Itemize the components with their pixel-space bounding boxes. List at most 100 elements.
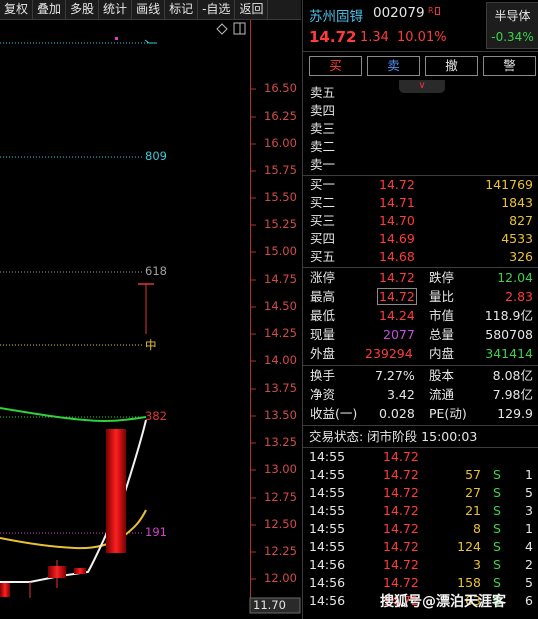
sell1-label: 卖一 bbox=[310, 157, 336, 172]
current-volume-value: 2077 bbox=[383, 327, 415, 342]
net-asset-label: 净资 bbox=[310, 387, 336, 402]
tick-count: 5 bbox=[525, 485, 533, 500]
tick-time: 14:55 bbox=[309, 485, 346, 500]
current-volume-label: 现量 bbox=[310, 327, 336, 342]
alert-button[interactable]: 警 bbox=[483, 56, 536, 76]
stock-name[interactable]: 苏州固锝 bbox=[309, 5, 363, 25]
buy4-price[interactable]: 14.69 bbox=[379, 230, 415, 248]
last-price: 14.72 bbox=[309, 28, 357, 46]
tick-volume: 57 bbox=[465, 467, 481, 482]
tick-price: 14.72 bbox=[383, 521, 419, 536]
margin-flag-icon: R bbox=[428, 6, 440, 15]
price-change: 1.34 bbox=[360, 30, 389, 45]
toolbar-draw-line[interactable]: 画线 bbox=[132, 0, 166, 19]
tick-volume: 21 bbox=[465, 503, 481, 518]
high-value: 14.72 bbox=[377, 288, 417, 305]
price-tick: 15.75 bbox=[264, 163, 297, 177]
toolbar-restore-rights[interactable]: 复权 bbox=[0, 0, 34, 19]
buy4-label: 买四 bbox=[310, 231, 336, 246]
sector-box[interactable]: 半导体 -0.34% bbox=[486, 2, 538, 49]
tick-volume: 124 bbox=[457, 539, 481, 554]
tick-time: 14:55 bbox=[309, 467, 346, 482]
tick-time: 14:55 bbox=[309, 503, 346, 518]
buy2-price[interactable]: 14.71 bbox=[379, 194, 415, 212]
buy5-price[interactable]: 14.68 bbox=[379, 248, 415, 266]
tick-volume: 3 bbox=[473, 557, 481, 572]
price-tick: 14.50 bbox=[264, 299, 297, 313]
price-tick: 14.75 bbox=[264, 272, 297, 286]
price-tick: 15.25 bbox=[264, 217, 297, 231]
sector-name: 半导体 bbox=[494, 9, 531, 23]
pe-label: PE(动) bbox=[429, 406, 467, 421]
ma-green-line bbox=[0, 407, 147, 422]
tick-time: 14:55 bbox=[309, 539, 346, 554]
buy2-label: 买二 bbox=[310, 195, 336, 210]
buy3-price[interactable]: 14.70 bbox=[379, 212, 415, 230]
buy3-volume: 827 bbox=[509, 213, 533, 228]
tick-volume: 8 bbox=[473, 521, 481, 536]
tick-price: 14.72 bbox=[383, 557, 419, 572]
buy3-label: 买三 bbox=[310, 213, 336, 228]
tick-count: 1 bbox=[525, 467, 533, 482]
buy1-price[interactable]: 14.72 bbox=[379, 176, 415, 194]
sell2-label: 卖二 bbox=[310, 139, 336, 154]
price-tick: 16.00 bbox=[264, 136, 297, 150]
tick-price: 14.72 bbox=[383, 575, 419, 590]
tick-side: S bbox=[493, 485, 501, 500]
price-tick: 12.00 bbox=[264, 571, 297, 585]
watermark: 搜狐号@漂泊天涯客 bbox=[380, 594, 506, 610]
net-asset-value: 3.42 bbox=[387, 387, 415, 402]
price-tick: 14.00 bbox=[264, 353, 297, 367]
price-tick: 13.50 bbox=[264, 408, 297, 422]
low-value: 14.24 bbox=[379, 308, 415, 323]
buy1-label: 买一 bbox=[310, 177, 336, 192]
candle-large bbox=[106, 429, 126, 553]
tick-count: 2 bbox=[525, 557, 533, 572]
toolbar-back[interactable]: 返回 bbox=[235, 0, 269, 19]
limit-up-value: 14.72 bbox=[379, 270, 415, 285]
kline-chart[interactable]: 16.50 16.25 16.00 15.75 15.50 15.25 15.0… bbox=[0, 20, 301, 619]
candle bbox=[74, 568, 86, 574]
sell3-label: 卖三 bbox=[310, 121, 336, 136]
limit-down-label: 跌停 bbox=[429, 270, 455, 285]
stock-code: 002079 bbox=[373, 5, 425, 21]
candle bbox=[0, 583, 10, 597]
toolbar-statistics[interactable]: 统计 bbox=[99, 0, 133, 19]
buy1-volume: 141769 bbox=[485, 177, 533, 192]
fib-label-191: 191 bbox=[145, 525, 167, 539]
tick-side: S bbox=[493, 467, 501, 482]
cancel-order-button[interactable]: 撤 bbox=[425, 56, 478, 76]
toolbar-mark[interactable]: 标记 bbox=[165, 0, 199, 19]
tick-side: S bbox=[493, 539, 501, 554]
price-tick: 12.25 bbox=[264, 544, 297, 558]
toolbar-multi-stock[interactable]: 多股 bbox=[66, 0, 100, 19]
tick-volume: 27 bbox=[465, 485, 481, 500]
price-tick: 12.75 bbox=[264, 490, 297, 504]
trade-status: 交易状态: 闭市阶段 15:00:03 bbox=[309, 429, 478, 444]
pe-value: 129.9 bbox=[497, 406, 533, 421]
outer-volume-value: 239294 bbox=[365, 346, 413, 361]
tick-price: 14.72 bbox=[383, 539, 419, 554]
tick-price: 14.72 bbox=[383, 467, 419, 482]
eps-value: 0.028 bbox=[379, 406, 415, 421]
buy5-label: 买五 bbox=[310, 249, 336, 264]
tick-count: 1 bbox=[525, 521, 533, 536]
fib-label-382: 382 bbox=[145, 409, 167, 423]
price-tick: 12.50 bbox=[264, 517, 297, 531]
sell-button[interactable]: 卖 bbox=[367, 56, 420, 76]
buy4-volume: 4533 bbox=[501, 231, 533, 246]
toolbar-overlay[interactable]: 叠加 bbox=[33, 0, 67, 19]
tick-count: 3 bbox=[525, 503, 533, 518]
tick-count: 5 bbox=[525, 575, 533, 590]
limit-up-label: 涨停 bbox=[310, 270, 336, 285]
volume-ratio-label: 量比 bbox=[429, 289, 455, 304]
price-tick: 14.25 bbox=[264, 326, 297, 340]
eps-label: 收益(一) bbox=[310, 406, 358, 421]
diamond-icon bbox=[216, 23, 228, 35]
expand-chevron-icon[interactable]: ∨ bbox=[399, 80, 445, 93]
buy-button[interactable]: 买 bbox=[309, 56, 362, 76]
tick-side: S bbox=[493, 557, 501, 572]
inner-volume-label: 内盘 bbox=[429, 346, 455, 361]
toolbar-remove-watchlist[interactable]: -自选 bbox=[198, 0, 236, 19]
tick-side: S bbox=[493, 503, 501, 518]
